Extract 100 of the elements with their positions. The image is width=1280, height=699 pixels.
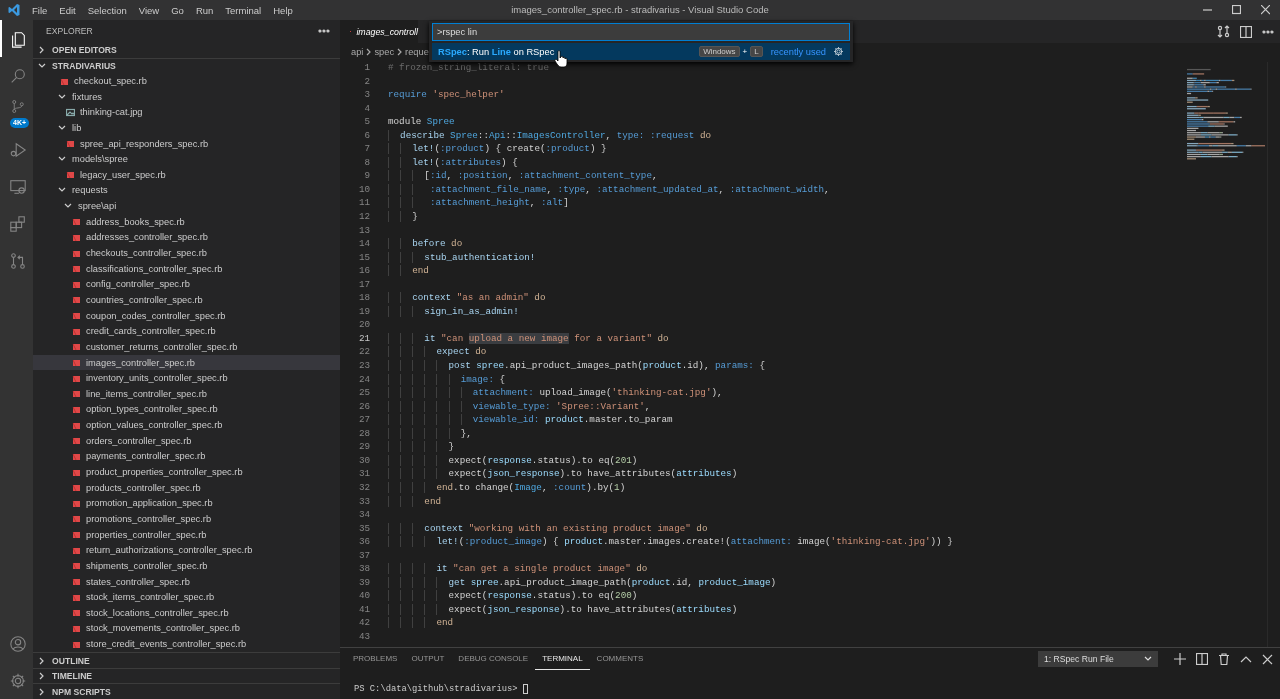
- line-number: 20: [357, 319, 370, 333]
- tree-item[interactable]: countries_controller_spec.rb: [33, 292, 340, 308]
- tree-item[interactable]: properties_controller_spec.rb: [33, 526, 340, 543]
- tree-item[interactable]: address_books_spec.rb: [33, 213, 340, 230]
- code-line: viewable_id: product.master.to_param: [388, 414, 673, 428]
- menu-item[interactable]: Run: [189, 0, 220, 20]
- panel-tab[interactable]: DEBUG CONSOLE: [451, 648, 536, 670]
- line-number: 40: [357, 590, 370, 604]
- command-input[interactable]: >rspec lin: [432, 23, 850, 41]
- code-line: image: {: [388, 373, 506, 388]
- tree-item[interactable]: coupon_codes_controller_spec.rb: [33, 307, 340, 324]
- section-header[interactable]: NPM SCRIPTS: [33, 683, 340, 699]
- line-number: 24: [357, 373, 370, 387]
- tree-item[interactable]: images_controller_spec.rb: [33, 354, 340, 371]
- split-editor-icon[interactable]: [1240, 25, 1252, 38]
- menu-item[interactable]: Go: [165, 0, 190, 20]
- keyboard-key: Windows: [699, 46, 740, 57]
- breadcrumb-item[interactable]: spec: [374, 46, 395, 57]
- panel-tab[interactable]: TERMINAL: [535, 648, 590, 670]
- breadcrumb-item[interactable]: api: [351, 46, 364, 57]
- code-line: sign_in_as_admin!: [388, 305, 519, 320]
- more-icon[interactable]: [318, 29, 330, 33]
- pull-request-icon[interactable]: [8, 251, 27, 270]
- tree-item[interactable]: products_controller_spec.rb: [33, 479, 340, 496]
- line-number: 11: [357, 197, 370, 211]
- close-icon[interactable]: [1262, 653, 1273, 665]
- tree-item[interactable]: shipments_controller_spec.rb: [33, 558, 340, 574]
- command-item[interactable]: RSpec: Run Line on RSpec Windows + L recently used: [432, 43, 850, 60]
- menu-item[interactable]: Selection: [81, 0, 133, 20]
- line-number: 12: [357, 211, 370, 224]
- chevron-up-icon[interactable]: [1240, 654, 1252, 664]
- menu-item[interactable]: File: [26, 0, 54, 20]
- breadcrumb-item[interactable]: reque: [405, 46, 429, 57]
- tree-item[interactable]: stock_movements_controller_spec.rb: [33, 620, 340, 637]
- menu-item[interactable]: View: [132, 0, 166, 20]
- section-header[interactable]: OUTLINE: [33, 652, 340, 668]
- folder-item[interactable]: lib: [33, 120, 340, 136]
- tree-item[interactable]: payments_controller_spec.rb: [33, 448, 340, 465]
- key-separator: +: [742, 47, 748, 56]
- code-line: # frozen_string_literal: true: [388, 62, 549, 75]
- tree-item[interactable]: customer_returns_controller_spec.rb: [33, 339, 340, 355]
- tree-item[interactable]: thinking-cat.jpg: [33, 104, 340, 121]
- panel-tab[interactable]: COMMENTS: [589, 648, 651, 670]
- section-header[interactable]: TIMELINE: [33, 667, 340, 684]
- ruby-file-icon: [72, 373, 81, 383]
- tree-item[interactable]: line_items_controller_spec.rb: [33, 386, 340, 402]
- tree-item[interactable]: product_properties_controller_spec.rb: [33, 464, 340, 480]
- tree-item[interactable]: promotions_controller_spec.rb: [33, 511, 340, 527]
- folder-item[interactable]: requests: [33, 182, 340, 199]
- extensions-icon[interactable]: [8, 214, 27, 233]
- folder-item[interactable]: fixtures: [33, 88, 340, 105]
- tree-item[interactable]: legacy_user_spec.rb: [33, 167, 340, 183]
- trash-icon[interactable]: [1218, 653, 1230, 665]
- folder-item[interactable]: spree\api: [33, 198, 340, 214]
- tree-item[interactable]: checkouts_controller_spec.rb: [33, 245, 340, 261]
- tree-item[interactable]: stock_locations_controller_spec.rb: [33, 604, 340, 621]
- editor-tab[interactable]: images_controll: [340, 20, 418, 43]
- tree-item[interactable]: checkout_spec.rb: [33, 73, 340, 89]
- tree-item[interactable]: classifications_controller_spec.rb: [33, 260, 340, 277]
- tree-item[interactable]: orders_controller_spec.rb: [33, 432, 340, 449]
- settings-icon[interactable]: [8, 671, 27, 690]
- menu-item[interactable]: Terminal: [219, 0, 268, 20]
- panel-tab[interactable]: OUTPUT: [404, 648, 452, 670]
- line-number: 14: [357, 238, 370, 252]
- tree-item[interactable]: stock_items_controller_spec.rb: [33, 589, 340, 605]
- code-line: it "can upload a new image for a variant" do: [388, 332, 669, 347]
- tree-item[interactable]: spree_api_responders_spec.rb: [33, 135, 340, 152]
- tree-item[interactable]: addresses_controller_spec.rb: [33, 229, 340, 246]
- menu-item[interactable]: Help: [267, 0, 299, 20]
- split-terminal-icon[interactable]: [1196, 653, 1208, 665]
- line-number: 42: [357, 617, 370, 631]
- section-header[interactable]: STRADIVARIUS: [33, 57, 340, 74]
- code-line: expect(response.status).to eq(201): [388, 454, 638, 469]
- run-debug-icon[interactable]: [8, 140, 27, 159]
- menu-item[interactable]: Edit: [53, 0, 82, 20]
- code-line: expect(response.status).to eq(200): [388, 590, 638, 604]
- tree-item[interactable]: option_types_controller_spec.rb: [33, 401, 340, 418]
- section-header[interactable]: OPEN EDITORS: [33, 42, 340, 58]
- tree-item[interactable]: inventory_units_controller_spec.rb: [33, 370, 340, 386]
- tree-item[interactable]: store_credit_events_controller_spec.rb: [33, 636, 340, 652]
- terminal-dropdown[interactable]: 1: RSpec Run File: [1038, 651, 1158, 667]
- panel-tab[interactable]: PROBLEMS: [346, 648, 405, 670]
- ruby-file-icon: [72, 467, 81, 477]
- ruby-file-icon: [72, 295, 81, 305]
- plus-icon[interactable]: [1174, 653, 1186, 665]
- tree-item[interactable]: return_authorizations_controller_spec.rb: [33, 542, 340, 559]
- line-number: 2: [363, 75, 370, 89]
- folder-item[interactable]: models\spree: [33, 151, 340, 168]
- code-line: }: [388, 441, 455, 455]
- more-icon[interactable]: [1262, 29, 1274, 34]
- monitor-icon[interactable]: [8, 177, 27, 196]
- tree-item[interactable]: promotion_application_spec.rb: [33, 495, 340, 512]
- code-line: get spree.api_product_image_path(product.id, product_image): [388, 576, 777, 591]
- account-icon[interactable]: [8, 634, 27, 653]
- tree-item[interactable]: config_controller_spec.rb: [33, 276, 340, 293]
- hand-cursor-icon: [554, 50, 568, 68]
- tree-item[interactable]: credit_cards_controller_spec.rb: [33, 323, 340, 340]
- compare-changes-icon[interactable]: [1217, 25, 1230, 38]
- tree-item[interactable]: option_values_controller_spec.rb: [33, 417, 340, 433]
- tree-item[interactable]: states_controller_spec.rb: [33, 573, 340, 590]
